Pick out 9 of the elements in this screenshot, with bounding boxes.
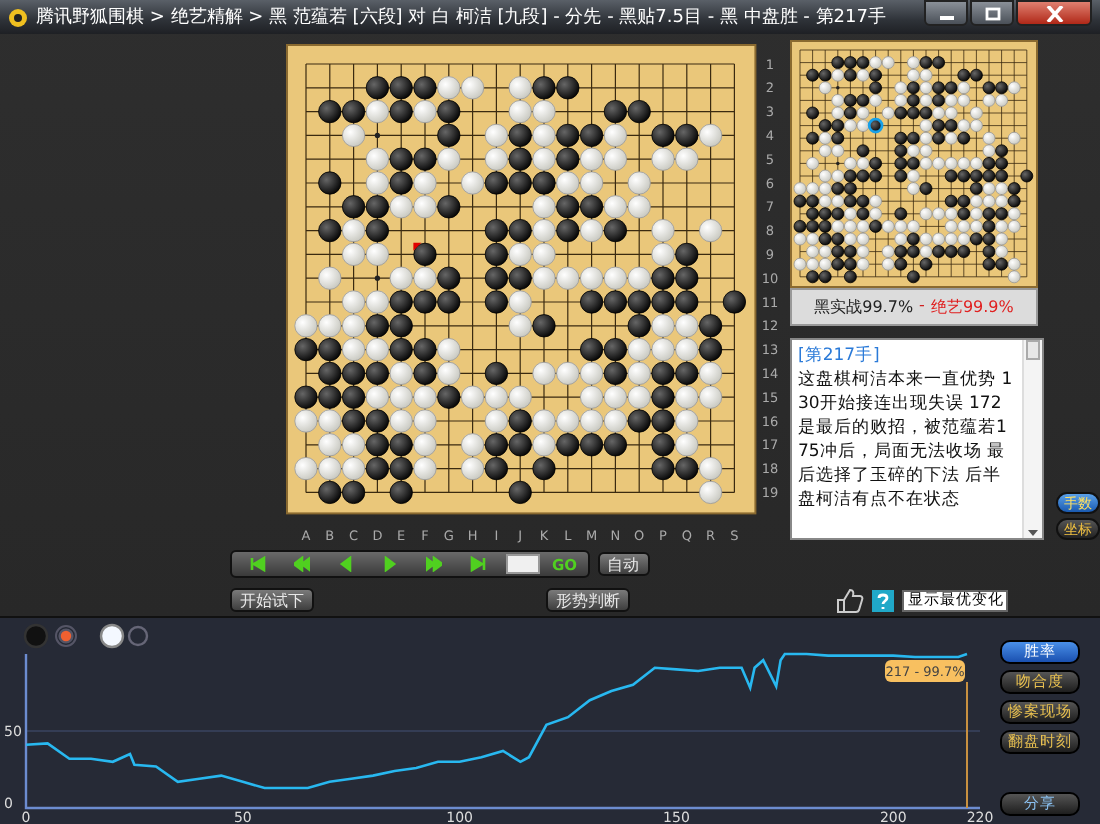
try-move-button[interactable]: 开始试下 xyxy=(230,588,314,612)
ai-winrate: 绝艺99.9% xyxy=(930,296,1014,318)
commentary-text: 这盘棋柯洁本来一直优势 130开始接连出现失误 172是最后的败招，被范蕴若175冲后，局面无法收场 最后选择了玉碎的下法 后半盘柯洁有点不在状态 xyxy=(798,370,1013,510)
separator: - xyxy=(919,296,925,318)
judge-button[interactable]: 形势判断 xyxy=(546,588,630,612)
window-title: 腾讯野狐围棋 > 绝艺精解 > 黑 范蕴若 [六段] 对 白 柯洁 [九段] - 分先 - 黑贴7.5目 - 黑 中盘胜 - 第217手 xyxy=(36,5,888,30)
move-label: [第217手] xyxy=(798,344,882,368)
actual-winrate: 黑实战99.7% xyxy=(814,296,914,318)
auto-play-button[interactable]: 自动 xyxy=(597,552,650,576)
